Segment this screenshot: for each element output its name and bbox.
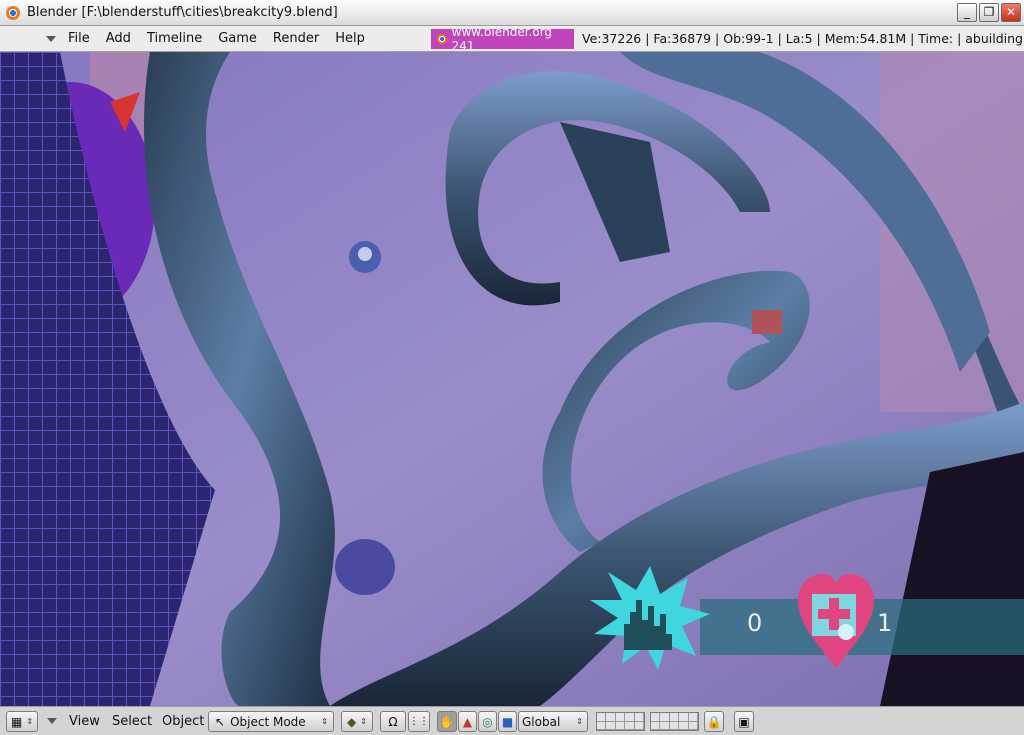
square-icon: ■	[501, 714, 514, 729]
health-count: 1	[877, 609, 893, 637]
hand-icon: ✋	[439, 714, 455, 729]
website-link[interactable]: www.blender.org 241	[431, 25, 574, 53]
scale-manipulator[interactable]: ■	[498, 711, 517, 732]
mode-label: Object Mode	[230, 714, 306, 729]
minimize-button[interactable]: _	[957, 3, 977, 22]
lock-layers-toggle[interactable]: 🔒	[704, 711, 724, 732]
close-button[interactable]: ✕	[1001, 3, 1021, 22]
menu-object[interactable]: Object	[162, 714, 204, 729]
menu-view[interactable]: View	[69, 714, 100, 729]
ring-icon: ◎	[482, 714, 493, 729]
blender-logo-icon	[6, 5, 20, 20]
lock-icon: 🔒	[706, 714, 722, 729]
info-header: File Add Timeline Game Render Help www.b…	[0, 25, 1024, 53]
object-mode-icon: ↖	[215, 714, 226, 729]
website-link-label: www.blender.org 241	[451, 25, 553, 53]
menu-help[interactable]: Help	[335, 31, 365, 46]
menu-file[interactable]: File	[68, 31, 90, 46]
rotate-manipulator[interactable]: ◎	[478, 711, 497, 732]
translate-manipulator[interactable]: ▲	[458, 711, 477, 732]
draw-type-selector[interactable]: ◆ ⇕	[341, 711, 373, 732]
editor-type-selector[interactable]: ▦ ⇕	[6, 711, 38, 732]
menu-game[interactable]: Game	[218, 31, 257, 46]
window-titlebar[interactable]: Blender [F:\blenderstuff\cities\breakcit…	[0, 0, 1024, 26]
menu-render[interactable]: Render	[273, 31, 319, 46]
triangle-icon: ▲	[462, 714, 473, 729]
align-toggle[interactable]: ⋮⋮	[408, 711, 430, 732]
pivot-selector[interactable]: Ω	[380, 711, 406, 732]
maximize-button[interactable]: ❐	[979, 3, 999, 22]
pivot-icon: Ω	[388, 714, 398, 729]
manipulator-toggle[interactable]: ✋	[437, 711, 457, 732]
window-title: Blender [F:\blenderstuff\cities\breakcit…	[27, 5, 338, 20]
grid-icon: ▦	[10, 714, 23, 729]
menu-select[interactable]: Select	[112, 714, 152, 729]
scene-stats: Ve:37226 | Fa:36879 | Ob:99-1 | La:5 | M…	[582, 31, 1024, 46]
red-panel	[752, 310, 782, 334]
orientation-selector[interactable]: Global ⇕	[518, 711, 588, 732]
blender-logo-icon	[437, 34, 447, 44]
mode-selector[interactable]: ↖ Object Mode ⇕	[208, 711, 334, 732]
floating-orb	[335, 539, 395, 595]
menu-add[interactable]: Add	[106, 31, 131, 46]
render-preview-button[interactable]: ▣	[734, 711, 754, 732]
header-collapse-icon[interactable]	[46, 35, 56, 42]
orientation-label: Global	[522, 714, 561, 729]
view3d-header: ▦ ⇕ View Select Object ↖ Object Mode ⇕ ◆ ⇕…	[0, 706, 1024, 735]
main-menu: File Add Timeline Game Render Help	[68, 31, 381, 46]
solid-draw-icon: ◆	[347, 714, 357, 729]
menu-timeline[interactable]: Timeline	[147, 31, 202, 46]
floating-orb-highlight	[358, 247, 372, 261]
3d-viewport[interactable]: 0 1	[0, 52, 1024, 706]
health-heart-icon	[798, 574, 874, 668]
picture-icon: ▣	[738, 714, 750, 729]
align-icon: ⋮⋮	[409, 716, 429, 727]
city-count: 0	[747, 609, 763, 637]
city-badge-icon	[590, 566, 710, 670]
header-collapse-icon[interactable]	[47, 718, 57, 724]
layer-buttons[interactable]	[650, 712, 699, 731]
layer-buttons[interactable]	[596, 712, 645, 731]
